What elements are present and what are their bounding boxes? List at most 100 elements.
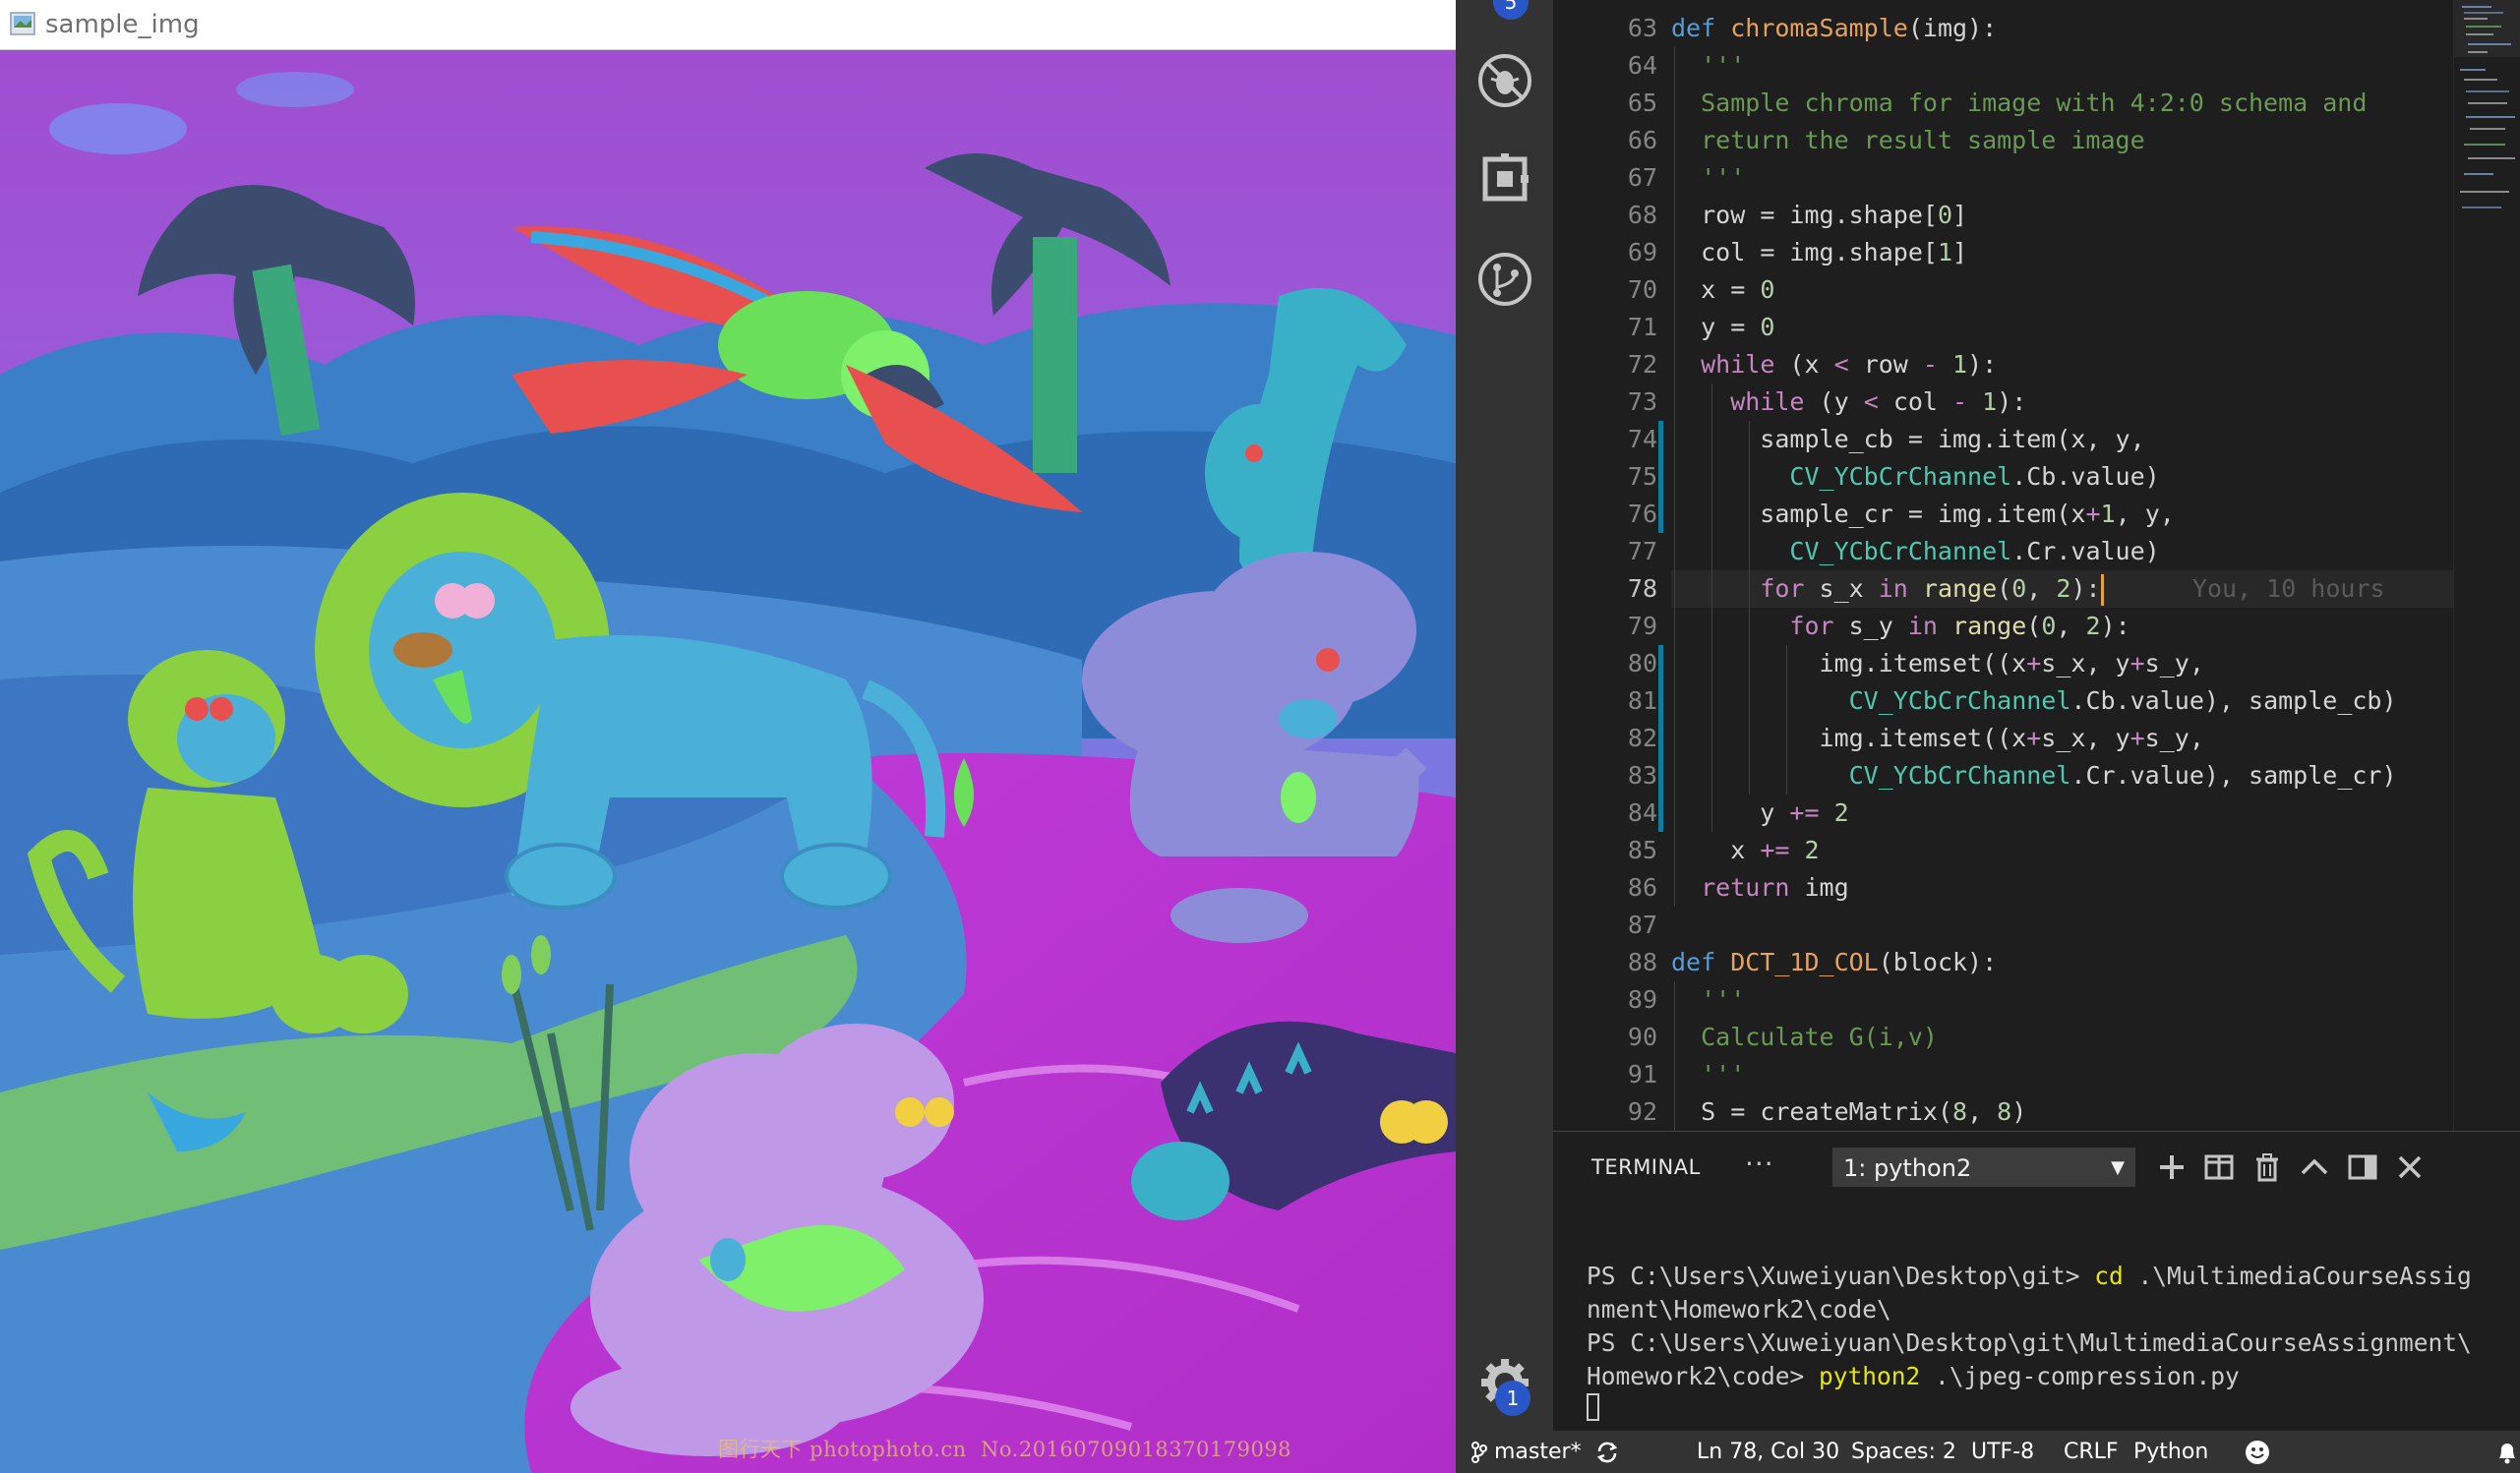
line-number: 67 (1627, 163, 1657, 192)
code-line: ''' (1671, 51, 1746, 80)
line-number: 87 (1627, 911, 1657, 939)
code-line: x = 0 (1671, 275, 1775, 304)
viewer-titlebar[interactable]: sample_img (0, 0, 1456, 50)
code-line: def DCT_1D_COL(block): (1671, 948, 1998, 976)
code-line: row = img.shape[0] (1671, 201, 1968, 229)
indentation-setting[interactable]: Spaces: 2 (1851, 1431, 1956, 1473)
code-line: y = 0 (1671, 313, 1775, 341)
close-icon[interactable] (2394, 1151, 2426, 1183)
settings-badge: 1 (1495, 1381, 1530, 1416)
code-editor[interactable]: 63 64 65 66 67 68 69 70 71 72 73 74 75 7… (1553, 0, 2520, 1131)
code-line: x += 2 (1671, 836, 1820, 864)
line-number: 74 (1627, 425, 1657, 453)
line-number: 79 (1627, 612, 1657, 640)
line-number: 72 (1627, 350, 1657, 379)
code-line: def chromaSample(img): (1671, 14, 1998, 42)
code-line: img.itemset((x+s_x, y+s_y, (1671, 724, 2204, 752)
code-line: CV_YCbCrChannel.Cr.value) (1789, 537, 2160, 565)
line-number: 86 (1627, 873, 1657, 902)
new-terminal-button[interactable] (2156, 1151, 2188, 1183)
image-app-icon (10, 12, 35, 35)
maximize-panel-button[interactable] (2299, 1151, 2330, 1183)
git-modified-marker (1658, 645, 1663, 832)
image-viewer-window: sample_img 图行天下 photophoto.cn No.2016070… (0, 0, 1456, 1473)
line-number: 84 (1627, 798, 1657, 827)
code-line: for s_y in range(0, 2): (1789, 612, 2130, 640)
language-mode[interactable]: Python (2133, 1431, 2208, 1473)
git-branch-icon (1471, 1442, 1487, 1463)
extensions-icon[interactable] (1475, 149, 1534, 208)
sample-image (0, 50, 1456, 1473)
terminal-selector-value: 1: python2 (1843, 1154, 1972, 1182)
toggle-panel-position-button[interactable] (2347, 1151, 2378, 1183)
bell-icon[interactable] (2495, 1440, 2519, 1465)
terminal-output[interactable]: PS C:\Users\Xuweiyuan\Desktop\git> cd .\… (1587, 1260, 2511, 1393)
minimap[interactable] (2453, 0, 2520, 1131)
code-line: CV_YCbCrChannel.Cb.value), sample_cb) (1848, 686, 2397, 715)
terminal-panel: TERMINAL ··· 1: python2 ▼ PS C:\Users\Xu… (1553, 1131, 2520, 1432)
viewer-title: sample_img (45, 10, 200, 39)
line-number: 85 (1627, 836, 1657, 864)
code-line: y += 2 (1671, 798, 1849, 827)
line-number: 89 (1627, 985, 1657, 1014)
line-number: 83 (1627, 761, 1657, 790)
cursor-position[interactable]: Ln 78, Col 30 (1697, 1431, 1839, 1473)
branch-indicator[interactable]: master* (1471, 1431, 1582, 1473)
code-line: return img (1701, 873, 1849, 902)
image-watermark: 图行天下 photophoto.cn No.201607090183701790… (718, 1438, 1292, 1461)
line-number: 82 (1627, 724, 1657, 752)
smiley-feedback-icon[interactable] (2244, 1439, 2271, 1466)
code-line: ''' (1671, 1060, 1746, 1089)
git-icon[interactable] (1475, 250, 1534, 309)
line-number: 71 (1627, 313, 1657, 341)
code-line: Sample chroma for image with 4:2:0 schem… (1671, 88, 2368, 117)
end-of-line[interactable]: CRLF (2064, 1431, 2119, 1473)
sample-image-artwork (0, 50, 1456, 1473)
line-number: 65 (1627, 88, 1657, 117)
code-line: ''' (1671, 985, 1746, 1014)
code-line-active: for s_x in range(0, 2): You, 10 hours (1671, 570, 2385, 608)
more-options-button[interactable]: ··· (1745, 1148, 1774, 1180)
code-line: img.itemset((x+s_x, y+s_y, (1671, 649, 2204, 678)
trash-icon[interactable] (2251, 1151, 2283, 1183)
split-terminal-button[interactable] (2203, 1151, 2235, 1183)
code-area[interactable]: def chromaSample(img): ''' Sample chroma… (1671, 0, 2453, 1131)
line-number: 80 (1627, 649, 1657, 678)
line-number: 64 (1627, 51, 1657, 80)
terminal-cursor (1587, 1393, 1599, 1421)
line-number: 73 (1627, 387, 1657, 416)
code-line: ''' (1671, 163, 1746, 192)
debug-icon[interactable] (1475, 51, 1534, 110)
line-number: 90 (1627, 1023, 1657, 1051)
line-number: 77 (1627, 537, 1657, 565)
code-line: return the result sample image (1671, 126, 2145, 154)
git-modified-marker (1658, 421, 1663, 533)
activity-top-badge: 5 (1493, 0, 1529, 20)
line-number: 91 (1627, 1060, 1657, 1089)
code-line: while (x < row - 1): (1701, 350, 1998, 379)
code-line: S = createMatrix(8, 8) (1671, 1097, 2027, 1126)
line-number: 76 (1627, 500, 1657, 528)
line-number: 70 (1627, 275, 1657, 304)
code-line: while (y < col - 1): (1730, 387, 2027, 416)
line-number-active: 78 (1627, 574, 1657, 603)
git-blame-annotation: You, 10 hours (2191, 574, 2385, 603)
line-number-gutter: 63 64 65 66 67 68 69 70 71 72 73 74 75 7… (1553, 0, 1671, 1131)
sync-icon[interactable] (1595, 1440, 1619, 1465)
line-number: 68 (1627, 201, 1657, 229)
tab-terminal[interactable]: TERMINAL (1591, 1155, 1701, 1179)
minimap-viewport[interactable] (2454, 0, 2520, 57)
text-caret (2100, 574, 2104, 606)
line-number: 81 (1627, 686, 1657, 715)
line-number: 69 (1627, 238, 1657, 266)
chevron-down-icon: ▼ (2111, 1157, 2125, 1178)
file-encoding[interactable]: UTF-8 (1971, 1431, 2034, 1473)
line-number: 92 (1627, 1097, 1657, 1126)
line-number: 63 (1627, 14, 1657, 42)
line-number: 75 (1627, 462, 1657, 491)
vscode-window: 5 1 63 64 65 66 67 68 69 70 71 72 73 74 … (1456, 0, 2520, 1473)
terminal-selector[interactable]: 1: python2 ▼ (1832, 1148, 2135, 1187)
line-number: 88 (1627, 948, 1657, 976)
code-line: Calculate G(i,v) (1671, 1023, 1938, 1051)
code-line: sample_cr = img.item(x+1, y, (1671, 500, 2175, 528)
